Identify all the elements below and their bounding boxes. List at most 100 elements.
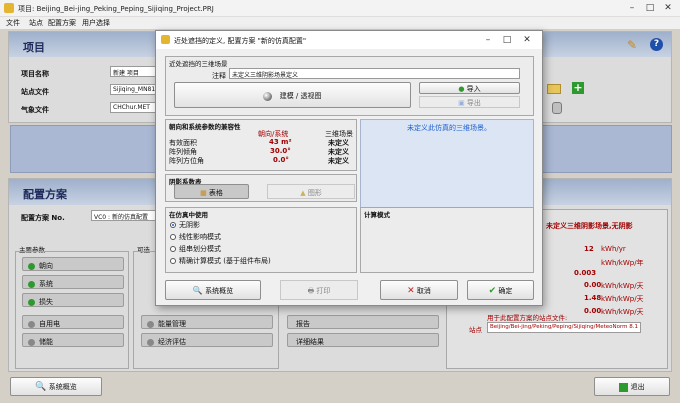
folder-icon[interactable] [547,84,561,94]
close-icon[interactable]: ✕ [661,2,675,14]
orientation-button[interactable]: 朝向 [22,257,124,271]
dialog-close-icon[interactable]: ✕ [520,34,534,46]
dialog-app-icon [161,35,170,44]
build-perspective-button[interactable]: 建模 / 透视图 [174,82,411,108]
status-dot-icon [28,262,35,270]
search-icon: 🔍 [35,382,47,392]
orient-row-value: 43 m² [269,138,292,146]
sphere-icon [263,91,273,101]
scene-undefined-text: 未定义此仿真的三维场景。 [407,124,491,132]
search-icon: 🔍 [192,286,203,295]
project-section-title: 项目 [23,41,45,54]
result-value-0: 12 [584,245,594,253]
orient-row-label: 阵列方位角 [169,157,204,165]
energy-management-button[interactable]: 能量管理 [141,315,273,329]
comment-field[interactable]: 未定义三维阴影场景定义 [229,68,520,79]
menu-bar: 文件 站点 配置方案 用户选择 [0,17,680,29]
sim-option-no-shading[interactable]: 无阴影 [170,220,200,230]
checkmark-icon: ✔ [488,286,497,296]
system-overview-button[interactable]: 🔍 系统概览 [10,377,102,396]
cancel-icon: ✕ [407,286,415,296]
table-icon: ▦ [200,189,207,197]
pencil-icon[interactable]: ✎ [627,38,637,52]
graph-icon: ▲ [300,189,306,197]
config-section-title: 配置方案 [23,188,67,201]
cancel-button[interactable]: ✕ 取消 [380,280,458,300]
shading-dialog: 近处遮挡的定义, 配置方案 "新的仿真配置" – □ ✕ 近处遮挡的三维场景 注… [155,30,543,306]
result-unit-4: kWh/kWp/天 [601,295,644,303]
factor-group: 阴影系数表 ▦ 表格 ▲ 图形 [165,174,357,202]
graph-button: ▲ 图形 [267,184,355,199]
variant-label: 配置方案 No. [21,214,65,222]
variant-name: : 新的仿真配置 [108,214,148,221]
losses-button[interactable]: 损失 [22,293,124,307]
print-button: 🖶 打印 [280,280,358,300]
status-dot-icon [28,338,35,346]
sim-option-linear[interactable]: 线性影响模式 [170,232,221,242]
dialog-titlebar: 近处遮挡的定义, 配置方案 "新的仿真配置" – □ ✕ [156,31,542,49]
sim-option-detailed[interactable]: 精确计算模式 (基于组件布局) [170,256,271,266]
simulation-group: 在仿真中使用 无阴影 线性影响模式 组串划分模式 精确计算模式 (基于组件布局) [165,207,357,273]
app-icon [4,3,14,13]
result-value-2: 0.003 [574,269,597,277]
variant-code: VC0 [94,214,107,221]
report-button[interactable]: 报告 [287,315,439,329]
detailed-results-button[interactable]: 详细结果 [287,333,439,347]
simulation-group-title: 在仿真中使用 [169,211,208,219]
ok-button[interactable]: ✔ 确定 [467,280,534,300]
result-unit-3: kWh/kWp/天 [601,282,644,290]
self-consumption-button[interactable]: 自用电 [22,315,124,329]
orientation-group-title: 朝向和系统参数的兼容性 [169,123,241,131]
shading-warning: 未定义三维阴影场景,无阴影 [546,222,633,230]
status-dot-icon [28,320,35,328]
exit-button[interactable]: 退出 [594,377,670,396]
result-value-3: 0.00 [584,281,602,289]
export-button: ▣ 导出 [419,96,520,108]
database-icon[interactable] [552,102,562,114]
help-icon[interactable]: ? [650,38,663,51]
status-dot-icon [28,298,35,306]
radio-icon [170,234,176,240]
meteo-file-label: 气象文件 [21,106,49,114]
variant-field[interactable]: VC0 : 新的仿真配置 [91,210,161,221]
import-icon: ● [458,85,465,93]
minimize-icon[interactable]: – [625,2,639,14]
orientation-group: 朝向和系统参数的兼容性 朝向/系统 三维场景 有效面积 43 m² 未定义 阵列… [165,119,357,171]
radio-icon [170,258,176,264]
dialog-title: 近处遮挡的定义, 配置方案 "新的仿真配置" [174,37,307,45]
import-button[interactable]: ● 导入 [419,82,520,94]
dialog-minimize-icon[interactable]: – [481,34,495,46]
menu-variant[interactable]: 配置方案 [48,18,76,28]
scene-group-title: 近处遮挡的三维场景 [169,60,228,68]
status-dot-icon [28,280,35,288]
maximize-icon[interactable]: □ [643,2,657,14]
orient-row-value: 30.0° [270,147,291,155]
meteo-note: 用于此配置方案的站点文件: [487,314,568,322]
exit-icon [619,382,629,392]
orient-row-scene: 未定义 [328,157,349,165]
menu-user[interactable]: 用户选择 [82,18,110,28]
menu-file[interactable]: 文件 [6,18,20,28]
table-button[interactable]: ▦ 表格 [174,184,249,199]
printer-icon: 🖶 [307,287,315,295]
orient-row-value: 0.0° [273,156,289,164]
site-path-label: 站点 [469,326,482,334]
dialog-maximize-icon[interactable]: □ [500,34,514,46]
radio-selected-icon [170,222,176,228]
storage-button[interactable]: 储能 [22,333,124,347]
dialog-system-overview-button[interactable]: 🔍 系统概览 [165,280,261,300]
economic-evaluation-button[interactable]: 经济评估 [141,333,273,347]
result-unit-1: kWh/kWp/年 [601,259,644,267]
calc-mode-group: 计算模式 [360,207,534,273]
calc-mode-group-title: 计算模式 [364,211,390,219]
site-path-field: Beijing/Bei-jing/Peking/Peping/Sijiqing/… [487,322,641,333]
add-icon[interactable]: + [572,82,584,94]
project-name-label: 项目名称 [21,70,49,78]
result-value-5: 0.00 [584,307,602,315]
export-icon: ▣ [458,99,465,107]
sim-option-string[interactable]: 组串划分模式 [170,244,221,254]
result-unit-0: kWh/yr [601,245,626,253]
menu-site[interactable]: 站点 [29,18,43,28]
result-unit-5: kWh/kWp/天 [601,308,644,316]
system-button[interactable]: 系统 [22,275,124,289]
